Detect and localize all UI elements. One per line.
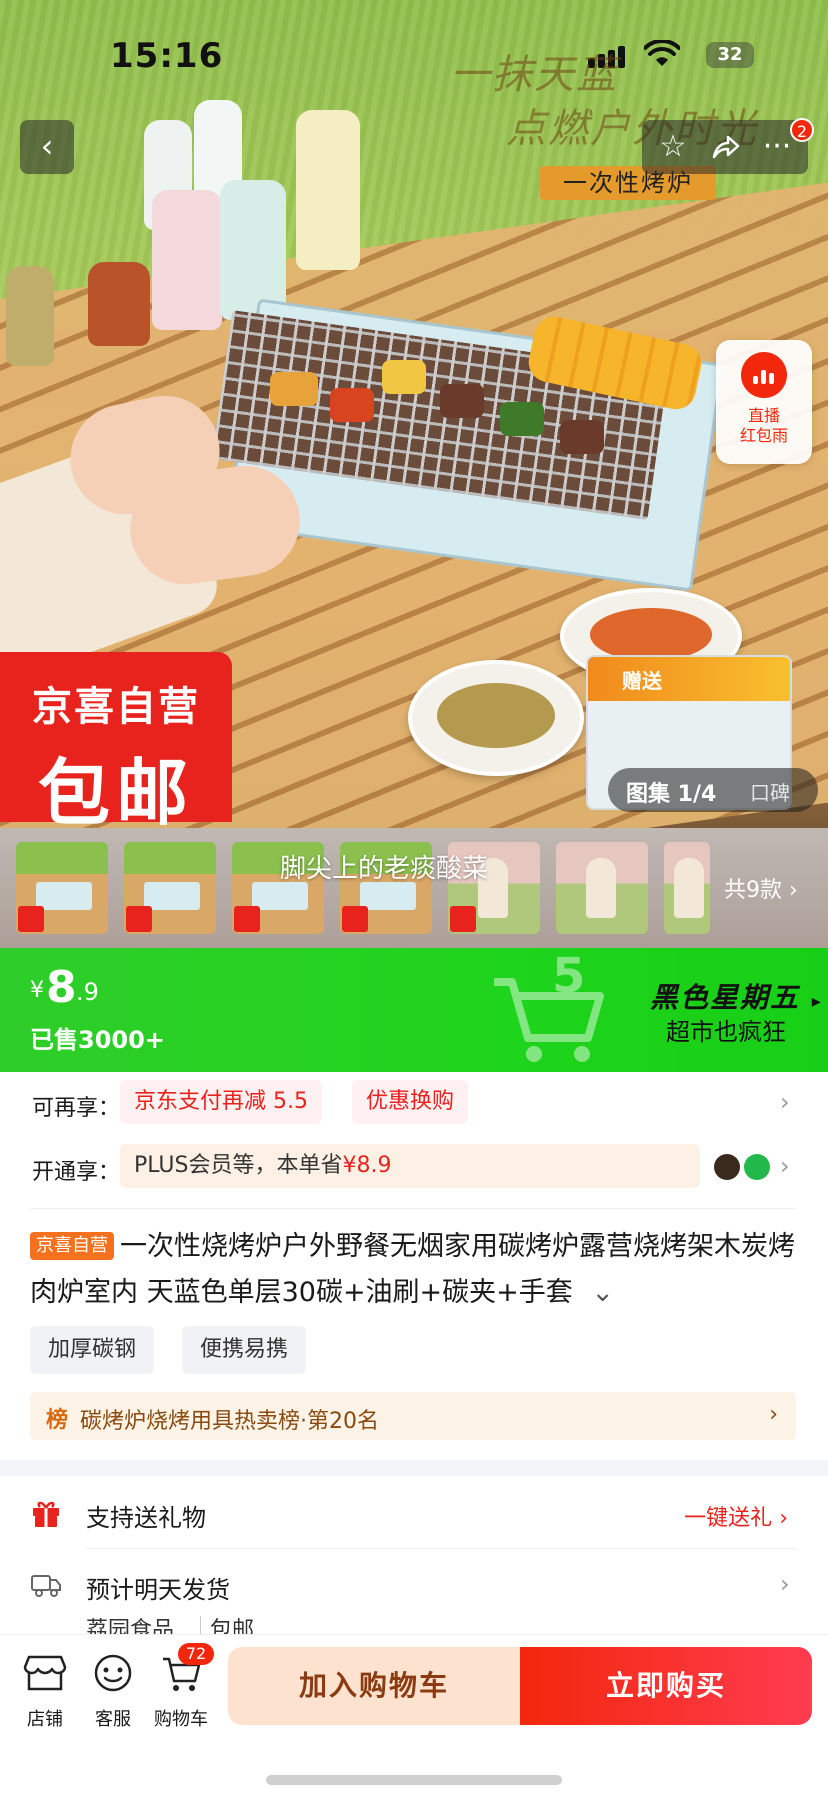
top-action-group: ☆ ··· [642, 120, 808, 174]
product-hero-image[interactable]: 15:16 32 一抹天蓝 点燃户外时光 一次性烤炉 ‹ ☆ ··· 2 直播 … [0, 0, 828, 828]
favorite-star-icon[interactable]: ☆ [646, 120, 700, 174]
food-item [440, 384, 484, 418]
gift-service-label: 支持送礼物 [86, 1504, 206, 1532]
chevron-right-icon: › [780, 1088, 790, 1116]
share-icon[interactable] [698, 120, 752, 174]
cart-count-badge: 72 [178, 1643, 214, 1665]
hero-title: 一抹天蓝 [450, 52, 618, 98]
rank-text: 碳烤炉烧烤用具热卖榜·第20名 [80, 1409, 379, 1434]
cart-label: 购物车 [154, 1709, 208, 1730]
can-image [152, 190, 222, 330]
chevron-right-icon: › [779, 1506, 788, 1531]
food-item [270, 372, 318, 406]
benefit-row-label: 可再享： [32, 1096, 121, 1121]
gift-icon [33, 1501, 59, 1527]
feature-tag[interactable]: 便携易携 [182, 1326, 307, 1374]
gallery-indicator[interactable]: 图集 1/4 口碑 [608, 768, 818, 812]
event-subtitle: 超市也疯狂 [666, 1018, 786, 1046]
add-to-cart-button[interactable]: 加入购物车 [228, 1647, 520, 1725]
variant-count-link[interactable]: 共9款 › [724, 872, 798, 904]
product-title-block[interactable]: 京喜自营 一次性烧烤炉户外野餐无烟家用碳烤炉露营烧烤架木炭烤肉炉室内 天蓝色单层3… [30, 1224, 800, 1316]
free-shipping-stamp: 京喜自营 包邮 [0, 652, 232, 828]
red-packet-label: 红包雨 [739, 426, 788, 445]
gift-label: 赠送 [588, 657, 790, 701]
benefit-chip-jd-pay[interactable]: 京东支付再减 5.5 [120, 1080, 322, 1124]
price-integer: 8 [46, 962, 77, 1013]
chevron-left-icon: ‹ [40, 127, 54, 165]
jingxi-badge: 京喜自营 [30, 1232, 114, 1260]
rank-icon: 榜 [46, 1408, 69, 1433]
sold-count: 已售3000+ [30, 1026, 165, 1054]
back-button[interactable]: ‹ [20, 120, 74, 174]
chevron-right-icon: › [780, 1570, 790, 1598]
variant-thumb[interactable] [16, 842, 108, 934]
spice-bowl [408, 660, 584, 776]
variant-strip: 脚尖上的老痰酸菜 共9款 › [0, 828, 828, 948]
chevron-down-icon[interactable]: ⌄ [591, 1277, 614, 1308]
status-bar: 15:16 32 [0, 30, 828, 80]
battery-indicator: 32 [706, 42, 754, 68]
plus-savings-chip[interactable]: PLUS会员等，本单省¥8.9 [120, 1144, 700, 1188]
event-title: 黑色星期五 [650, 981, 801, 1014]
status-time: 15:16 [110, 36, 224, 76]
store-button[interactable]: 店铺 [12, 1653, 78, 1731]
one-click-gift-link[interactable]: 一键送礼 › [684, 1500, 788, 1532]
shipping-label: 预计明天发货 [86, 1576, 230, 1604]
reviews-tab[interactable]: 口碑 [750, 777, 790, 806]
section-divider [0, 1460, 828, 1476]
food-item [382, 360, 426, 394]
product-title: 一次性烧烤炉户外野餐无烟家用碳烤炉露营烧烤架木炭烤肉炉室内 天蓝色单层30碳+油… [30, 1231, 795, 1308]
customer-service-icon [94, 1654, 132, 1692]
live-red-packet-button[interactable]: 直播 红包雨 [716, 340, 812, 464]
bottom-action-bar: 店铺 客服 购物车 72 加入购物车 立即购买 [0, 1634, 828, 1795]
price-currency: ¥ [30, 978, 44, 1003]
customer-service-button[interactable]: 客服 [80, 1653, 146, 1731]
gallery-label: 图集 1/4 [626, 782, 717, 807]
spice-bottle-image [6, 266, 54, 366]
more-badge: 2 [790, 118, 814, 142]
chevron-right-icon: › [780, 1152, 790, 1180]
home-indicator[interactable] [266, 1775, 562, 1785]
chevron-right-icon: › [789, 878, 798, 903]
food-item [330, 388, 374, 422]
event-banner[interactable]: 黑色星期五 ▸ [650, 976, 823, 1016]
food-item [500, 402, 544, 436]
price-decimal: .9 [76, 978, 99, 1006]
feature-tag[interactable]: 加厚碳钢 [30, 1326, 155, 1374]
store-label: 店铺 [27, 1709, 63, 1730]
variant-thumb[interactable] [124, 842, 216, 934]
wifi-icon [644, 40, 680, 66]
bottle-image [296, 110, 360, 270]
store-icon [23, 1655, 67, 1691]
can-image [220, 180, 286, 320]
ranking-banner[interactable]: 榜 碳烤炉烧烤用具热卖榜·第20名 › [30, 1392, 796, 1440]
variant-thumb[interactable] [664, 842, 710, 934]
benefit-chip-exchange[interactable]: 优惠换购 [352, 1080, 469, 1124]
cart-five-icon: 5 [494, 956, 604, 1062]
chevron-right-icon: › [769, 1402, 778, 1427]
buy-now-button[interactable]: 立即购买 [520, 1647, 812, 1725]
benefit-row-label: 开通享： [32, 1160, 121, 1185]
plus-wallet-icon [744, 1154, 770, 1180]
one-click-gift-label: 一键送礼 [684, 1506, 773, 1531]
variant-count-label: 共9款 [724, 878, 782, 903]
plus-savings-amount: ¥8.9 [342, 1153, 392, 1178]
truck-icon [31, 1575, 61, 1597]
play-arrow-icon: ▸ [811, 991, 823, 1012]
jar-image [88, 262, 150, 346]
plus-savings-text: PLUS会员等，本单省 [134, 1153, 343, 1178]
row-divider [30, 1208, 796, 1209]
plus-crown-icon [714, 1154, 740, 1180]
food-item [560, 420, 604, 454]
variant-overlay-text: 脚尖上的老痰酸菜 [280, 854, 489, 884]
customer-service-label: 客服 [95, 1709, 131, 1730]
variant-thumb[interactable] [556, 842, 648, 934]
svg-text:5: 5 [552, 956, 585, 1004]
row-divider [86, 1548, 796, 1549]
stamp-line2: 包邮 [37, 751, 194, 828]
live-icon [741, 352, 787, 398]
price-banner: ¥ 8 .9 已售3000+ 5 黑色星期五 ▸ 超市也疯狂 [0, 948, 828, 1072]
stamp-line1: 京喜自营 [32, 684, 200, 730]
live-label: 直播 [747, 406, 780, 425]
